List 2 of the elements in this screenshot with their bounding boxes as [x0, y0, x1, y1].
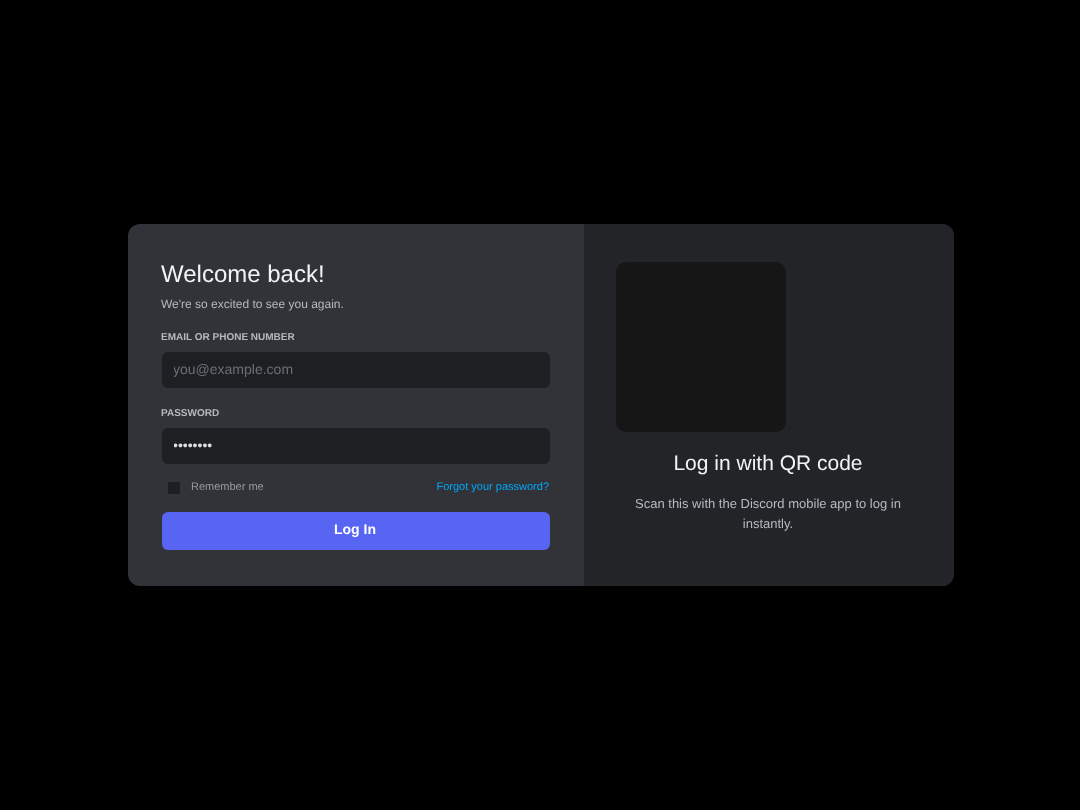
- welcome-title: Welcome back!: [161, 260, 327, 288]
- qr-title: Log in with QR code: [673, 452, 863, 476]
